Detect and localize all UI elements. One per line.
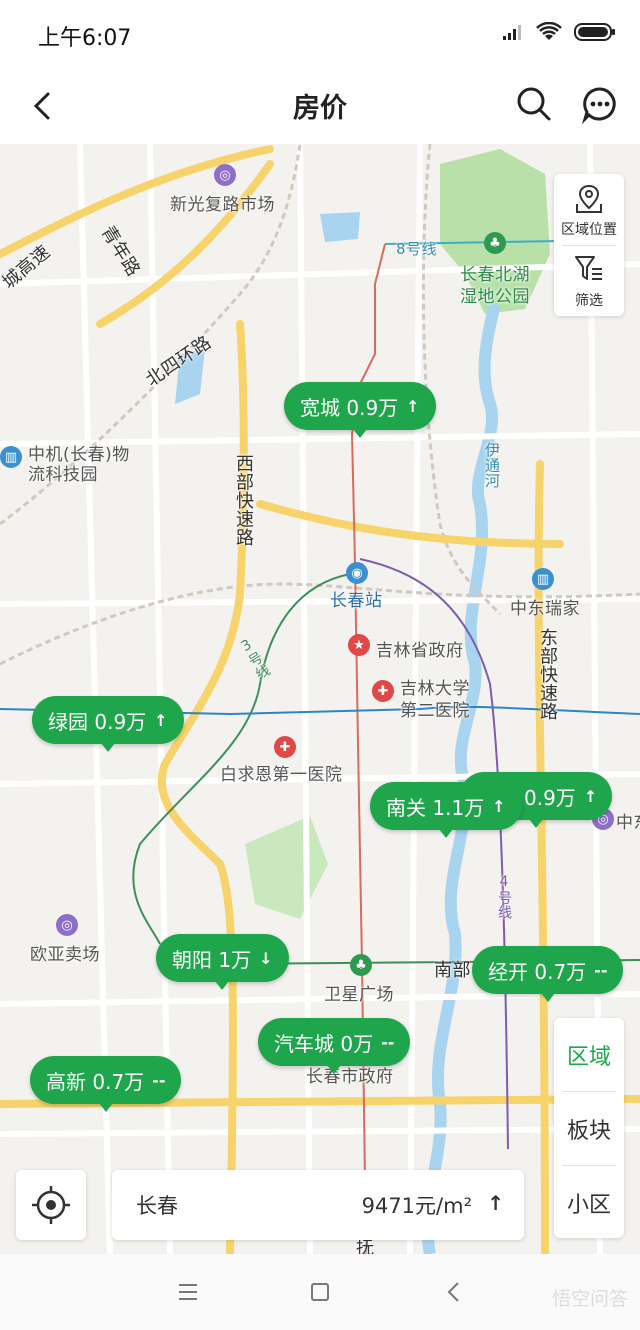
- area-location-label: 区域位置: [561, 222, 617, 238]
- wifi-icon: [536, 22, 562, 40]
- chat-bubble-icon: [581, 87, 616, 125]
- map-label: 中东瑞家: [510, 599, 580, 619]
- price-bubble-chaoyang[interactable]: 朝阳 1万 ↓: [156, 934, 289, 990]
- bubble-district: 经开: [488, 959, 528, 984]
- battery-icon: [574, 23, 615, 41]
- price-bubble-qichecheng[interactable]: 汽车城 0万 --: [258, 1018, 411, 1074]
- city-average-price: 9471元/m²: [361, 1194, 472, 1218]
- bubble-district: 朝阳: [172, 947, 212, 972]
- hospital-icon: ✚: [372, 680, 394, 702]
- locate-icon: [32, 1186, 70, 1224]
- filter-icon: [575, 256, 602, 280]
- map-label: 白求恩第一医院: [220, 765, 343, 785]
- trend-flat-icon: --: [381, 1032, 395, 1052]
- bubble-district: 汽车城: [274, 1031, 334, 1056]
- bubble-district: 南关: [386, 795, 426, 820]
- bubble-price: 0.7万: [92, 1069, 145, 1094]
- nav-back-icon: [447, 1282, 459, 1302]
- building-icon: ▥: [532, 568, 554, 590]
- shopping-icon: ◎: [214, 164, 236, 186]
- park-icon: ♣: [484, 232, 506, 254]
- government-icon: ★: [348, 634, 370, 656]
- bubble-price: 0.9万: [94, 709, 147, 734]
- map-label: 吉林省政府: [376, 641, 464, 661]
- menu-button[interactable]: [168, 1274, 208, 1310]
- industrial-park-icon: ▥: [0, 446, 22, 468]
- bubble-price: 0.7万: [534, 959, 587, 984]
- area-location-button[interactable]: 区域位置: [554, 174, 624, 245]
- map-label: 新光复路市场: [170, 195, 275, 215]
- map-label: 中东: [616, 813, 640, 833]
- price-bubble-kuancheng[interactable]: 宽城 0.9万 ↑: [284, 382, 436, 438]
- watermark: 悟空问答: [551, 1288, 628, 1310]
- map-label: 卫星广场: [324, 985, 394, 1005]
- bubble-price: 0万: [340, 1031, 374, 1056]
- trend-up-icon: ↑: [154, 710, 168, 730]
- status-bar: 上午6:07: [0, 0, 640, 70]
- price-bubble-jingkai[interactable]: 经开 0.7万 --: [472, 946, 624, 1002]
- search-button[interactable]: [514, 84, 554, 124]
- trend-up-icon: ↑: [487, 1191, 504, 1215]
- train-station-icon: ◉: [346, 562, 368, 584]
- filter-label: 筛选: [575, 293, 603, 309]
- signal-icon: [503, 25, 521, 40]
- trend-down-icon: ↓: [259, 948, 273, 968]
- map-label: 第二医院: [400, 701, 470, 721]
- app-root: 上午6:07 房价 ◎ ♣ ▥ ◉ ★ ✚ ✚ ▥ ◎ ♣ ◎ 新光复路市场 青…: [0, 0, 640, 1330]
- map-label: 流科技园: [28, 465, 98, 485]
- home-square-icon: [311, 1283, 329, 1301]
- bubble-district: 绿园: [48, 709, 88, 734]
- home-button[interactable]: [300, 1274, 340, 1310]
- bubble-price: 1万: [218, 947, 252, 972]
- trend-up-icon: ↑: [492, 796, 506, 816]
- road-label: 西部快速路: [233, 454, 254, 547]
- tab-community[interactable]: 小区: [554, 1166, 624, 1239]
- metro-line-label: 8号线: [396, 240, 438, 258]
- map-pin-icon: [576, 184, 602, 213]
- price-bubble-lvyuan[interactable]: 绿园 0.9万 ↑: [32, 696, 184, 752]
- price-bubble-gaoxin[interactable]: 高新 0.7万 --: [30, 1056, 182, 1112]
- hospital-icon: ✚: [274, 736, 296, 758]
- bubble-district: 高新: [46, 1069, 86, 1094]
- metro-line-label: 4号线: [496, 874, 512, 920]
- map-side-tools: 区域位置 筛选: [554, 174, 624, 316]
- map-view[interactable]: ◎ ♣ ▥ ◉ ★ ✚ ✚ ▥ ◎ ♣ ◎ 新光复路市场 青年路 城高速 8号线…: [0, 144, 640, 1254]
- river-label: 伊通河: [483, 442, 501, 489]
- road-label: 东部快速路: [537, 628, 558, 721]
- filter-button[interactable]: 筛选: [554, 245, 624, 316]
- plaza-icon: ♣: [350, 954, 372, 976]
- price-bubble-nanguan[interactable]: 南关 1.1万 ↑: [370, 782, 522, 838]
- trend-up-icon: ↑: [406, 396, 420, 416]
- nav-back-button[interactable]: [434, 1274, 474, 1310]
- status-icons: [502, 22, 616, 42]
- tab-district[interactable]: 区域: [554, 1018, 624, 1091]
- station-label: 长春站: [330, 591, 383, 611]
- chat-button[interactable]: [580, 84, 620, 125]
- bubble-price: 0.9万: [346, 395, 399, 420]
- level-tabs: 区域 板块 小区: [554, 1018, 624, 1238]
- bubble-price: 0.9万: [524, 785, 576, 810]
- bubble-district: 宽城: [300, 395, 340, 420]
- trend-flat-icon: --: [594, 960, 608, 980]
- map-label: 欧亚卖场: [30, 945, 100, 965]
- bubble-price: 1.1万: [432, 795, 485, 820]
- search-icon: [517, 87, 551, 121]
- trend-up-icon: ↑: [583, 786, 598, 806]
- road-label: 南部: [434, 960, 471, 981]
- park-label: 湿地公园: [460, 287, 530, 307]
- status-time: 上午6:07: [38, 26, 132, 51]
- shopping-icon: ◎: [56, 914, 78, 936]
- system-nav-bar: 悟空问答: [0, 1254, 640, 1330]
- locate-button[interactable]: [16, 1170, 86, 1240]
- header: 房价: [0, 70, 640, 144]
- city-name: 长春: [136, 1194, 178, 1218]
- trend-flat-icon: --: [152, 1070, 166, 1090]
- menu-icon: [179, 1284, 197, 1300]
- tab-block[interactable]: 板块: [554, 1092, 624, 1165]
- city-price-card[interactable]: 长春 9471元/m² ↑: [112, 1170, 524, 1240]
